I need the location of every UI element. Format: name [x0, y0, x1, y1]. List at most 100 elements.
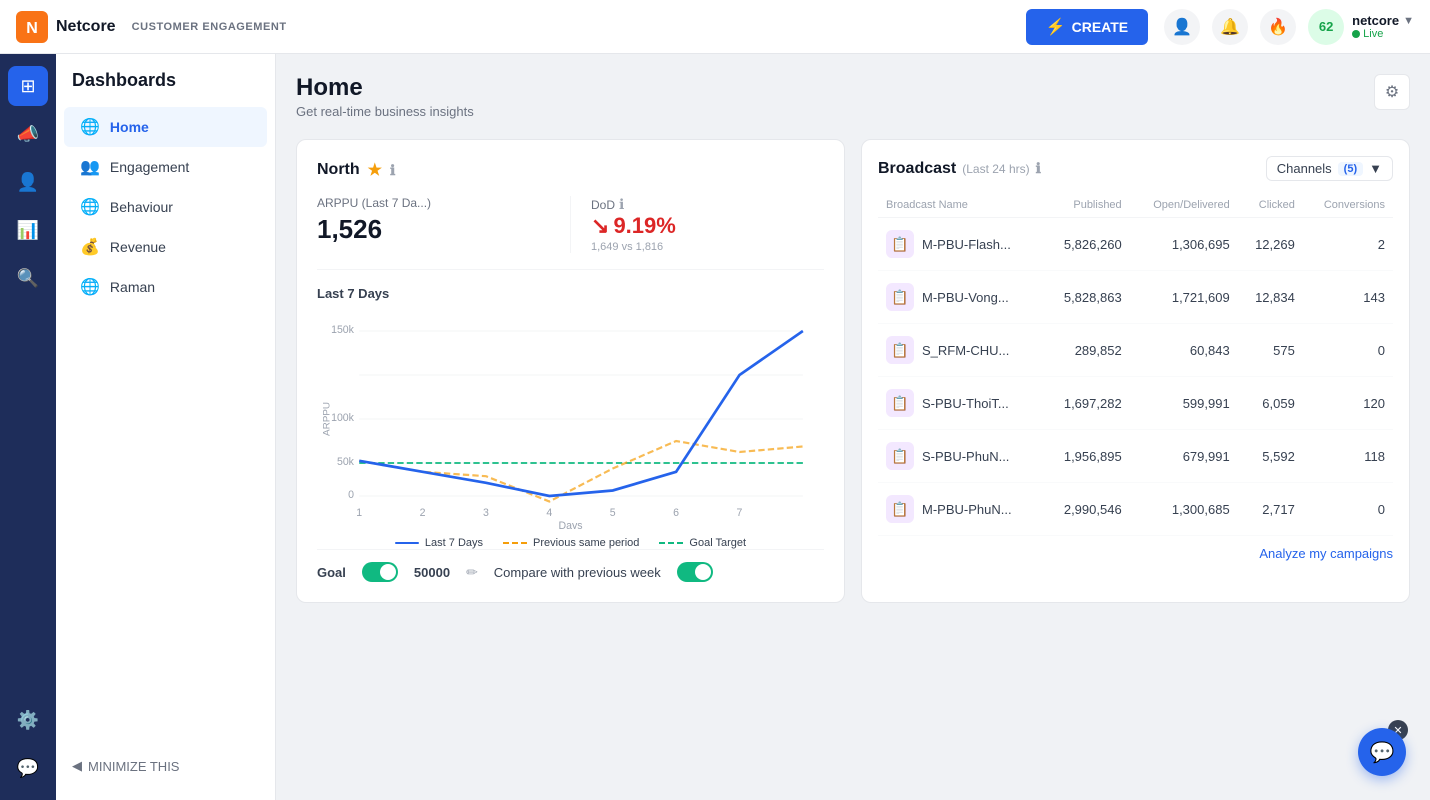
arppu-label: ARPPU (Last 7 Da...): [317, 196, 550, 210]
broadcast-name-cell: 📋 M-PBU-Flash...: [878, 218, 1043, 271]
rail-users-icon[interactable]: 👤: [8, 162, 48, 202]
minimize-arrow-icon: ◀: [72, 758, 82, 774]
sidebar-item-behaviour[interactable]: 🌐 Behaviour: [64, 187, 267, 227]
header-icons: 👤 🔔 🔥 62: [1164, 9, 1344, 45]
north-card-header: North ★ ℹ: [317, 160, 824, 180]
sidebar-item-engagement-label: Engagement: [110, 159, 189, 175]
open-cell-3: 599,991: [1130, 377, 1238, 430]
broadcast-name-text-1: M-PBU-Vong...: [922, 290, 1009, 305]
rail-chart-icon[interactable]: 📊: [8, 210, 48, 250]
page-subtitle: Get real-time business insights: [296, 104, 474, 119]
support-button[interactable]: 62: [1308, 9, 1344, 45]
broadcast-icon-5: 📋: [886, 495, 914, 523]
dashboard-grid: North ★ ℹ ARPPU (Last 7 Da...) 1,526 DoD: [296, 139, 1410, 603]
rail-settings-icon[interactable]: ⚙️: [8, 700, 48, 740]
col-conversions: Conversions: [1303, 193, 1393, 218]
broadcast-name-4: 📋 S-PBU-PhuN...: [886, 442, 1035, 470]
table-row: 📋 M-PBU-PhuN... 2,990,546 1,300,685 2,71…: [878, 483, 1393, 536]
settings-button[interactable]: ⚙: [1374, 74, 1410, 110]
published-cell-0: 5,826,260: [1043, 218, 1129, 271]
dod-comparison: 1,649 vs 1,816: [591, 241, 824, 253]
published-cell-4: 1,956,895: [1043, 430, 1129, 483]
chart-legend: Last 7 Days Previous same period Goal Ta…: [317, 537, 824, 549]
svg-text:Days: Days: [558, 520, 582, 529]
user-status: Live: [1363, 28, 1383, 40]
open-cell-1: 1,721,609: [1130, 271, 1238, 324]
broadcast-name-text-3: S-PBU-ThoiT...: [922, 396, 1009, 411]
engagement-icon: 👥: [80, 157, 100, 177]
legend-last7-line: [395, 542, 419, 544]
home-icon: 🌐: [80, 117, 100, 137]
sidebar-item-engagement[interactable]: 👥 Engagement: [64, 147, 267, 187]
notifications-button[interactable]: 🔔: [1212, 9, 1248, 45]
fire-icon-button[interactable]: 🔥: [1260, 9, 1296, 45]
dod-metric: DoD ℹ ↘ 9.19% 1,649 vs 1,816: [591, 196, 824, 253]
broadcast-icon-3: 📋: [886, 389, 914, 417]
svg-text:ARPPU: ARPPU: [322, 402, 333, 436]
broadcast-name-cell: 📋 S-PBU-PhuN...: [878, 430, 1043, 483]
raman-icon: 🌐: [80, 277, 100, 297]
rail-dashboard-icon[interactable]: ⊞: [8, 66, 48, 106]
arppu-value: 1,526: [317, 214, 550, 245]
legend-previous: Previous same period: [503, 537, 639, 549]
create-button[interactable]: ⚡ CREATE: [1026, 9, 1148, 45]
north-info-icon[interactable]: ℹ: [390, 162, 395, 179]
page-header: Home Get real-time business insights ⚙: [296, 74, 1410, 119]
rail-megaphone-icon[interactable]: 📣: [8, 114, 48, 154]
north-title-text: North: [317, 161, 360, 179]
broadcast-name-text-2: S_RFM-CHU...: [922, 343, 1009, 358]
broadcast-name-text-5: M-PBU-PhuN...: [922, 502, 1012, 517]
col-clicked: Clicked: [1238, 193, 1303, 218]
sidebar-item-home[interactable]: 🌐 Home: [64, 107, 267, 147]
chat-fab-button[interactable]: 💬: [1358, 728, 1406, 776]
icon-rail: ⊞ 📣 👤 📊 🔍 ⚙️ 💬: [0, 54, 56, 800]
col-name: Broadcast Name: [878, 193, 1043, 218]
user-icon-button[interactable]: 👤: [1164, 9, 1200, 45]
broadcast-icon-1: 📋: [886, 283, 914, 311]
analyze-link[interactable]: Analyze my campaigns: [878, 536, 1393, 561]
sidebar-title: Dashboards: [56, 70, 275, 107]
broadcast-info-icon[interactable]: ℹ: [1036, 160, 1041, 177]
edit-icon[interactable]: ✏: [466, 564, 478, 581]
published-cell-1: 5,828,863: [1043, 271, 1129, 324]
rail-help-icon[interactable]: 💬: [8, 748, 48, 788]
broadcast-table: Broadcast Name Published Open/Delivered …: [878, 193, 1393, 536]
dod-value: ↘ 9.19%: [591, 213, 824, 239]
compare-toggle[interactable]: [677, 562, 713, 582]
conversions-cell-3: 120: [1303, 377, 1393, 430]
user-info[interactable]: netcore ▼ Live: [1352, 13, 1414, 40]
sidebar-item-revenue-label: Revenue: [110, 239, 166, 255]
broadcast-name-cell: 📋 S-PBU-ThoiT...: [878, 377, 1043, 430]
broadcast-name-1: 📋 M-PBU-Vong...: [886, 283, 1035, 311]
north-title: North ★ ℹ: [317, 160, 395, 180]
revenue-icon: 💰: [80, 237, 100, 257]
chart-label-row: Last 7 Days: [317, 286, 824, 301]
sidebar: Dashboards 🌐 Home 👥 Engagement 🌐 Behavio…: [56, 54, 276, 800]
goal-toggle[interactable]: [362, 562, 398, 582]
star-icon[interactable]: ★: [368, 160, 382, 180]
chart-section: Last 7 Days 150k 100k: [317, 286, 824, 549]
sidebar-item-raman-label: Raman: [110, 279, 155, 295]
broadcast-icon-4: 📋: [886, 442, 914, 470]
svg-text:0: 0: [348, 489, 354, 501]
conversions-cell-0: 2: [1303, 218, 1393, 271]
sidebar-item-raman[interactable]: 🌐 Raman: [64, 267, 267, 307]
goal-value: 50000: [414, 565, 450, 580]
dod-info-icon[interactable]: ℹ: [619, 196, 624, 213]
broadcast-name-3: 📋 S-PBU-ThoiT...: [886, 389, 1035, 417]
sidebar-item-revenue[interactable]: 💰 Revenue: [64, 227, 267, 267]
legend-previous-label: Previous same period: [533, 537, 639, 549]
rail-search-icon[interactable]: 🔍: [8, 258, 48, 298]
channels-button[interactable]: Channels (5) ▼: [1266, 156, 1393, 181]
chevron-down-icon: ▼: [1403, 15, 1414, 27]
clicked-cell-1: 12,834: [1238, 271, 1303, 324]
table-row: 📋 S-PBU-ThoiT... 1,697,282 599,991 6,059…: [878, 377, 1393, 430]
broadcast-name-cell: 📋 M-PBU-PhuN...: [878, 483, 1043, 536]
table-header-row: Broadcast Name Published Open/Delivered …: [878, 193, 1393, 218]
clicked-cell-4: 5,592: [1238, 430, 1303, 483]
minimize-button[interactable]: ◀ MINIMIZE THIS: [56, 748, 275, 784]
svg-text:7: 7: [737, 507, 743, 519]
col-open: Open/Delivered: [1130, 193, 1238, 218]
broadcast-name-cell: 📋 S_RFM-CHU...: [878, 324, 1043, 377]
broadcast-header: Broadcast (Last 24 hrs) ℹ Channels (5) ▼: [878, 156, 1393, 181]
